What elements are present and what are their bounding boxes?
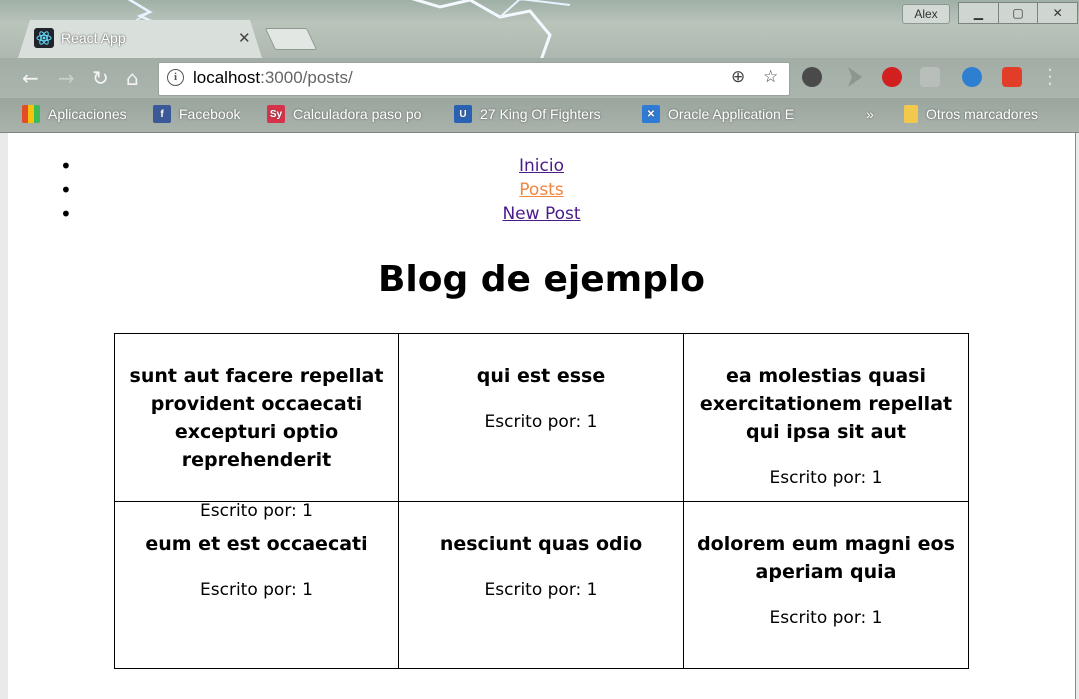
apps-grid-icon [22,105,40,123]
nav-menu: Inicio Posts New Post [8,154,1075,227]
bookmark-label: Aplicaciones [48,106,127,122]
nav-item-inicio: Inicio [8,154,1075,179]
posts-grid: sunt aut facere repellat provident occae… [114,333,969,669]
browser-tab-active[interactable] [18,20,262,58]
globe-extension-icon[interactable] [962,67,982,87]
post-author: Escrito por: 1 [200,580,313,600]
post-title: sunt aut facere repellat provident occae… [129,365,384,471]
bookmark-label: 27 King Of Fighters [480,106,601,122]
home-icon[interactable]: ⌂ [126,66,139,90]
profile-button[interactable]: Alex [902,4,950,24]
post-card[interactable]: qui est esse Escrito por: 1 [398,333,684,502]
page-content: Inicio Posts New Post Blog de ejemplo su… [8,133,1075,699]
post-author: Escrito por: 1 [484,580,598,600]
close-window-icon[interactable]: ✕ [1038,2,1079,24]
bookmark-calculadora[interactable]: Sy Calculadora paso po [267,104,439,124]
window-edge-right [1075,133,1079,699]
oracle-apex-icon: ✕ [642,105,660,123]
nav-link-posts[interactable]: Posts [519,180,563,200]
bookmark-star-icon[interactable]: ☆ [763,67,778,87]
grey-extension-icon[interactable] [920,67,940,87]
bookmark-facebook[interactable]: f Facebook [153,104,240,124]
lightning-decoration [411,0,571,58]
address-bar[interactable]: i localhost:3000/posts/ ⊕ ☆ [158,62,790,96]
nav-item-posts: Posts [8,178,1075,203]
folder-icon [904,105,918,123]
post-author: Escrito por: 1 [484,412,598,432]
site-info-icon[interactable]: i [167,69,184,86]
post-title: qui est esse [476,365,606,387]
post-title: ea molestias quasi exercitationem repell… [699,365,953,443]
maximize-icon[interactable]: ▢ [998,2,1039,24]
more-bookmarks-chevron[interactable]: » [866,104,874,124]
post-title: dolorem eum magni eos aperiam quia [697,533,955,583]
bookmark-label: Facebook [179,106,241,122]
bookmark-label: Otros marcadores [926,106,1039,122]
post-card[interactable]: nesciunt quas odio Escrito por: 1 [398,501,684,669]
post-author: Escrito por: 1 [769,608,883,628]
menu-dots-icon[interactable]: ⋮ [1040,64,1060,88]
paw-extension-icon[interactable] [1002,67,1022,87]
react-logo-icon [34,28,54,48]
nav-link-inicio[interactable]: Inicio [519,156,564,176]
post-title: nesciunt quas odio [439,533,643,555]
post-card[interactable]: eum et est occaecati Escrito por: 1 [114,501,399,669]
post-card[interactable]: sunt aut facere repellat provident occae… [114,333,399,521]
back-arrow-icon[interactable]: ← [22,66,39,90]
adblock-hand-icon[interactable] [882,67,902,87]
post-card[interactable]: dolorem eum magni eos aperiam quia Escri… [683,501,969,669]
tab-close-icon[interactable]: ✕ [238,29,251,47]
nav-item-new-post: New Post [8,202,1075,227]
bookmark-oracle[interactable]: ✕ Oracle Application E [642,104,814,124]
zoom-icon[interactable]: ⊕ [731,67,745,87]
bookmark-label: Calculadora paso po [293,106,422,122]
forward-arrow-icon[interactable]: → [58,66,75,90]
bookmark-other[interactable]: Otros marcadores [904,104,1038,124]
tab-title: React App [61,30,126,46]
post-author: Escrito por: 1 [769,468,883,488]
url-text[interactable]: localhost:3000/posts/ [193,68,353,88]
bookmark-label: Oracle Application E [668,106,795,122]
nav-link-new-post[interactable]: New Post [502,204,580,224]
window-controls: ▁ ▢ ✕ [958,2,1079,24]
post-card[interactable]: ea molestias quasi exercitationem repell… [683,333,969,502]
post-title: eum et est occaecati [145,533,368,555]
page-title: Blog de ejemplo [377,259,706,300]
bookmark-apps[interactable]: Aplicaciones [22,104,127,124]
minimize-icon[interactable]: ▁ [958,2,999,24]
symbolab-icon: Sy [267,105,285,123]
bookmark-kof[interactable]: U 27 King Of Fighters [454,104,624,124]
bookmark-u-icon: U [454,105,472,123]
facebook-icon: f [153,105,171,123]
speedometer-extension-icon[interactable] [802,67,822,87]
reload-icon[interactable]: ↻ [92,66,109,90]
